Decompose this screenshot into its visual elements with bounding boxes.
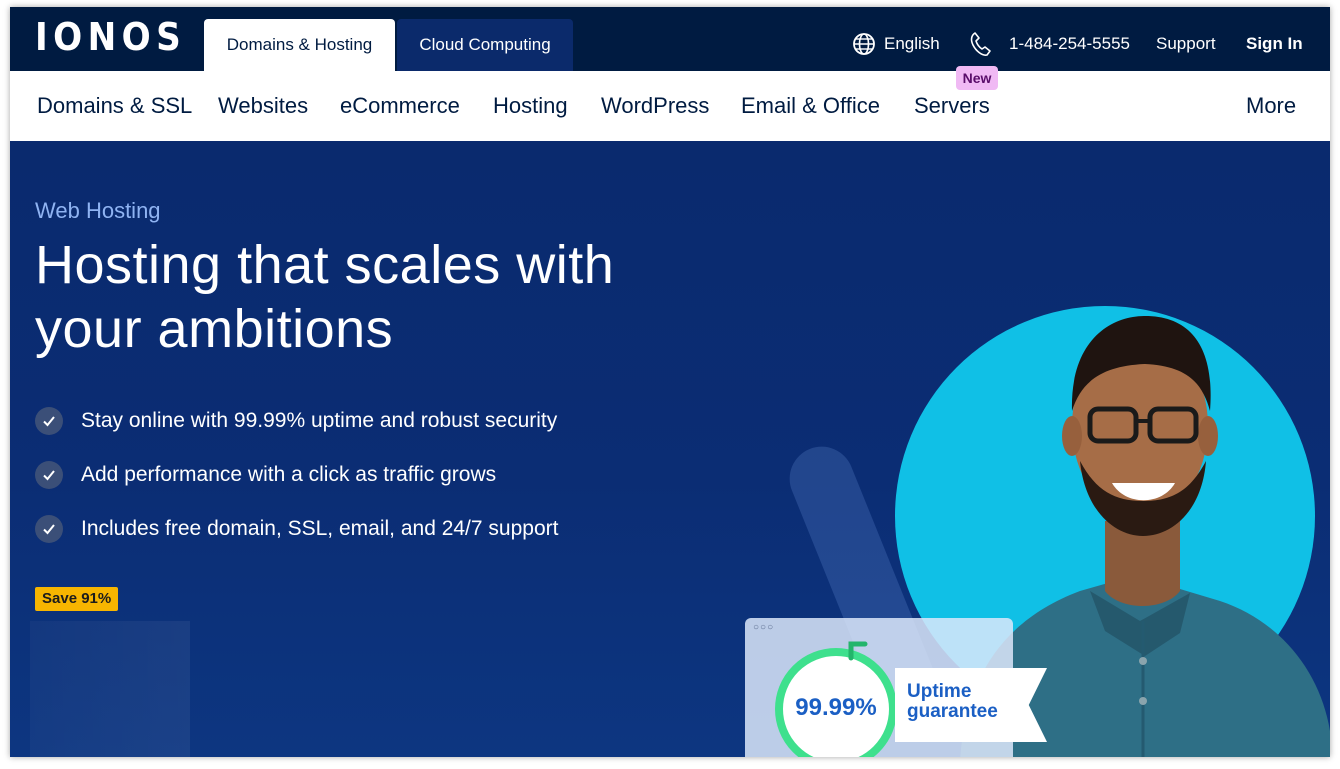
top-bar: IONOS Domains & Hosting Cloud Computing … bbox=[10, 7, 1330, 71]
uptime-value: 99.99% bbox=[795, 694, 877, 721]
phone-contact[interactable]: 1-484-254-5555 bbox=[967, 29, 1130, 59]
tab-domains-hosting[interactable]: Domains & Hosting bbox=[204, 19, 395, 71]
check-icon bbox=[35, 461, 63, 489]
sign-in-link[interactable]: Sign In bbox=[1246, 29, 1303, 59]
hero-title-line2: your ambitions bbox=[35, 299, 394, 359]
nav-item-servers[interactable]: Servers bbox=[914, 91, 990, 121]
window-dots-icon: ○○○ bbox=[753, 622, 775, 633]
feature-text: Includes free domain, SSL, email, and 24… bbox=[81, 517, 559, 540]
ionos-logo[interactable]: IONOS bbox=[35, 17, 186, 57]
save-badge: Save 91% bbox=[35, 587, 119, 611]
browser-viewport: IONOS Domains & Hosting Cloud Computing … bbox=[10, 7, 1330, 757]
nav-item-websites[interactable]: Websites bbox=[218, 91, 308, 121]
uptime-label-line1: Uptime bbox=[907, 681, 972, 702]
hero-section: Web Hosting Hosting that scales with you… bbox=[10, 141, 1330, 757]
nav-item-email-office[interactable]: Email & Office bbox=[741, 91, 880, 121]
feature-text: Add performance with a click as traffic … bbox=[81, 463, 497, 486]
nav-item-ecommerce[interactable]: eCommerce bbox=[340, 91, 460, 121]
refresh-arrow-icon bbox=[848, 641, 868, 661]
phone-number: 1-484-254-5555 bbox=[1009, 34, 1130, 53]
uptime-label: Uptime guarantee bbox=[907, 682, 998, 722]
nav-item-wordpress[interactable]: WordPress bbox=[601, 91, 709, 121]
nav-item-domains-ssl[interactable]: Domains & SSL bbox=[37, 91, 192, 121]
language-label: English bbox=[884, 34, 940, 53]
main-nav: Domains & SSL Websites eCommerce Hosting… bbox=[10, 66, 1330, 141]
hero-title-line1: Hosting that scales with bbox=[35, 235, 615, 295]
tab-cloud-computing[interactable]: Cloud Computing bbox=[397, 19, 573, 71]
uptime-label-line2: guarantee bbox=[907, 701, 998, 722]
decorative-panel bbox=[30, 621, 190, 757]
check-icon bbox=[35, 407, 63, 435]
new-badge: New bbox=[956, 66, 998, 90]
feature-item: Includes free domain, SSL, email, and 24… bbox=[35, 514, 558, 544]
support-link[interactable]: Support bbox=[1156, 29, 1216, 59]
feature-item: Stay online with 99.99% uptime and robus… bbox=[35, 406, 557, 436]
uptime-card: ○○○ 99.99% Uptime guarantee bbox=[745, 618, 1047, 757]
phone-icon bbox=[967, 30, 995, 58]
hero-eyebrow: Web Hosting bbox=[35, 198, 161, 223]
check-icon bbox=[35, 515, 63, 543]
nav-item-hosting[interactable]: Hosting bbox=[493, 91, 568, 121]
feature-item: Add performance with a click as traffic … bbox=[35, 460, 496, 490]
uptime-ring: 99.99% bbox=[775, 641, 897, 757]
nav-item-more[interactable]: More bbox=[1246, 91, 1296, 121]
globe-icon bbox=[852, 32, 876, 56]
feature-text: Stay online with 99.99% uptime and robus… bbox=[81, 409, 558, 432]
language-selector[interactable]: English bbox=[852, 29, 940, 59]
uptime-ribbon: Uptime guarantee bbox=[895, 668, 1047, 742]
hero-title: Hosting that scales with your ambitions bbox=[35, 233, 685, 361]
